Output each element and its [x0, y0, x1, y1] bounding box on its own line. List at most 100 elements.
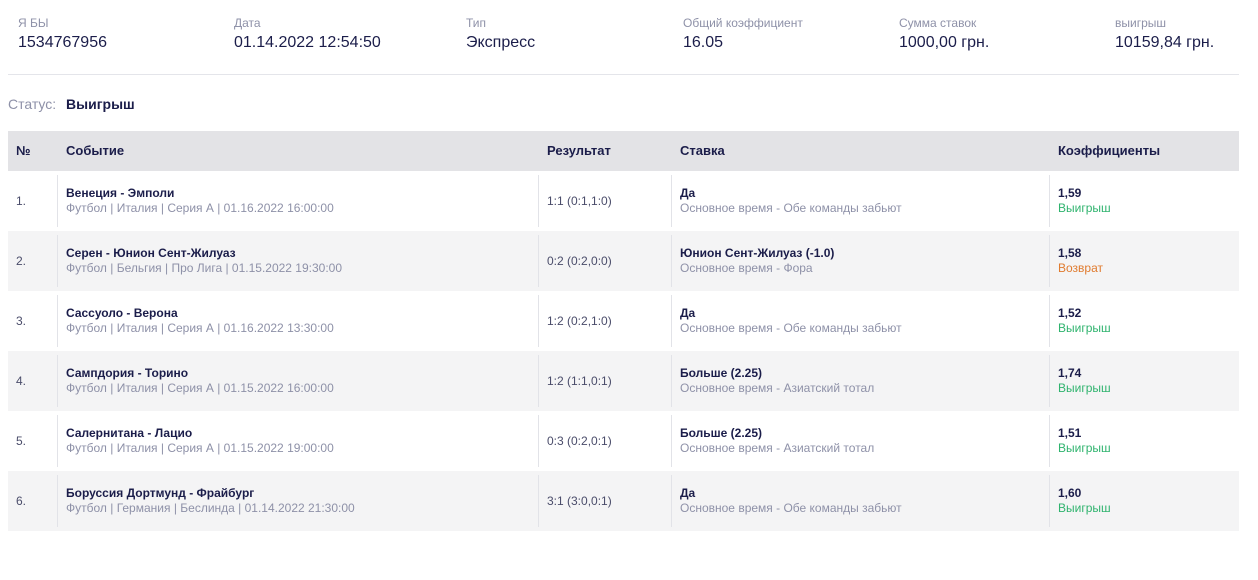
column-separator	[1049, 415, 1050, 467]
column-separator	[671, 475, 672, 527]
bet-cell: Больше (2.25) Основное время - Азиатский …	[680, 411, 1050, 471]
table-row: 2. Серен - Юнион Сент-Жилуаз Футбол | Бель…	[8, 231, 1239, 291]
outcome-status: Выигрыш	[1058, 201, 1111, 215]
event-name: Сассуоло - Верона	[66, 306, 178, 320]
summary-id-value: 1534767956	[18, 34, 107, 51]
row-number: 6.	[16, 494, 27, 508]
odds-cell: 1,51 Выигрыш	[1058, 411, 1228, 471]
header-odds: Коэффициенты	[1058, 143, 1161, 158]
bet-cell: Да Основное время - Обе команды забьют	[680, 291, 1050, 351]
bet-status: Статус: Выигрыш	[8, 95, 135, 113]
summary-date: Дата 01.14.2022 12:54:50	[234, 16, 381, 53]
status-label: Статус:	[8, 96, 57, 112]
summary-winnings-value: 10159,84 грн.	[1115, 34, 1215, 51]
event-details: Футбол | Германия | Беслинда | 01.14.202…	[66, 501, 355, 515]
column-separator	[538, 475, 539, 527]
column-separator	[1049, 175, 1050, 227]
column-separator	[538, 235, 539, 287]
column-separator	[538, 355, 539, 407]
column-separator	[538, 295, 539, 347]
event-details: Футбол | Бельгия | Про Лига | 01.15.2022…	[66, 261, 343, 275]
column-separator	[57, 475, 58, 527]
result-cell: 1:1 (0:1,1:0)	[547, 194, 612, 208]
result-cell: 3:1 (3:0,0:1)	[547, 494, 612, 508]
summary-divider	[8, 74, 1239, 75]
header-event: Событие	[66, 143, 125, 158]
bet-selection: Да	[680, 486, 696, 500]
event-cell: Сампдория - Торино Футбол | Италия | Сери…	[66, 351, 536, 411]
odds-value: 1,74	[1058, 366, 1082, 380]
summary-total-odds: Общий коэффициент 16.05	[683, 16, 803, 53]
event-details: Футбол | Италия | Серия А | 01.15.2022 1…	[66, 381, 334, 395]
outcome-status: Выигрыш	[1058, 501, 1111, 515]
summary-winnings-label: выигрыш	[1115, 16, 1167, 30]
odds-cell: 1,74 Выигрыш	[1058, 351, 1228, 411]
summary-type-value: Экспресс	[466, 34, 536, 51]
summary-id-label: Я БЫ	[18, 16, 49, 30]
summary-type: Тип Экспресс	[466, 16, 535, 53]
result-cell: 0:3 (0:2,0:1)	[547, 434, 612, 448]
event-details: Футбол | Италия | Серия А | 01.15.2022 1…	[66, 441, 334, 455]
bet-selection: Да	[680, 186, 696, 200]
outcome-status: Выигрыш	[1058, 441, 1111, 455]
status-value: Выигрыш	[66, 96, 135, 112]
event-name: Серен - Юнион Сент-Жилуаз	[66, 246, 236, 260]
column-separator	[671, 415, 672, 467]
result-cell: 1:2 (0:2,1:0)	[547, 314, 612, 328]
summary-winnings: выигрыш 10159,84 грн.	[1115, 16, 1214, 53]
column-separator	[57, 295, 58, 347]
event-details: Футбол | Италия | Серия А | 01.16.2022 1…	[66, 201, 334, 215]
odds-value: 1,60	[1058, 486, 1082, 500]
outcome-status: Выигрыш	[1058, 381, 1111, 395]
table-row: 3. Сассуоло - Верона Футбол | Италия | Сер…	[8, 291, 1239, 351]
bet-market: Основное время - Азиатский тотал	[680, 441, 875, 455]
summary-total-odds-value: 16.05	[683, 34, 724, 51]
header-bet: Ставка	[680, 143, 725, 158]
column-separator	[57, 415, 58, 467]
summary-stake-label: Сумма ставок	[899, 16, 977, 30]
table-header: № Событие Результат Ставка Коэффициенты	[8, 131, 1239, 171]
column-separator	[538, 175, 539, 227]
event-cell: Боруссия Дортмунд - Фрайбург Футбол | Гер…	[66, 471, 536, 531]
event-cell: Венеция - Эмполи Футбол | Италия | Серия …	[66, 171, 536, 231]
bet-cell: Юнион Сент-Жилуаз (-1.0) Основное время -…	[680, 231, 1050, 291]
odds-value: 1,58	[1058, 246, 1082, 260]
column-separator	[671, 175, 672, 227]
odds-value: 1,52	[1058, 306, 1082, 320]
outcome-status: Возврат	[1058, 261, 1103, 275]
column-separator	[57, 355, 58, 407]
row-number: 5.	[16, 434, 27, 448]
summary-stake-value: 1000,00 грн.	[899, 34, 990, 51]
event-cell: Салернитана - Лацио Футбол | Италия | Сер…	[66, 411, 536, 471]
column-separator	[671, 235, 672, 287]
bet-market: Основное время - Обе команды забьют	[680, 321, 902, 335]
column-separator	[1049, 235, 1050, 287]
event-name: Боруссия Дортмунд - Фрайбург	[66, 486, 255, 500]
bet-cell: Больше (2.25) Основное время - Азиатский …	[680, 351, 1050, 411]
column-separator	[671, 355, 672, 407]
event-cell: Сассуоло - Верона Футбол | Италия | Серия…	[66, 291, 536, 351]
bet-market: Основное время - Обе команды забьют	[680, 201, 902, 215]
table-row: 5. Салернитана - Лацио Футбол | Италия | С…	[8, 411, 1239, 471]
table-row: 6. Боруссия Дортмунд - Фрайбург Футбол | Г…	[8, 471, 1239, 531]
bet-summary: Я БЫ 1534767956 Дата 01.14.2022 12:54:50…	[0, 0, 1258, 75]
bet-selection: Больше (2.25)	[680, 426, 763, 440]
row-number: 1.	[16, 194, 27, 208]
bet-events-table: № Событие Результат Ставка Коэффициенты …	[8, 131, 1239, 531]
event-name: Салернитана - Лацио	[66, 426, 193, 440]
table-row: 1. Венеция - Эмполи Футбол | Италия | Сери…	[8, 171, 1239, 231]
header-result: Результат	[547, 143, 611, 158]
column-separator	[538, 415, 539, 467]
event-name: Венеция - Эмполи	[66, 186, 175, 200]
bet-cell: Да Основное время - Обе команды забьют	[680, 171, 1050, 231]
summary-total-odds-label: Общий коэффициент	[683, 16, 803, 30]
odds-value: 1,51	[1058, 426, 1082, 440]
table-row: 4. Сампдория - Торино Футбол | Италия | Се…	[8, 351, 1239, 411]
column-separator	[671, 295, 672, 347]
outcome-status: Выигрыш	[1058, 321, 1111, 335]
odds-value: 1,59	[1058, 186, 1082, 200]
event-name: Сампдория - Торино	[66, 366, 189, 380]
bet-selection: Да	[680, 306, 696, 320]
bet-selection: Больше (2.25)	[680, 366, 763, 380]
row-number: 3.	[16, 314, 27, 328]
